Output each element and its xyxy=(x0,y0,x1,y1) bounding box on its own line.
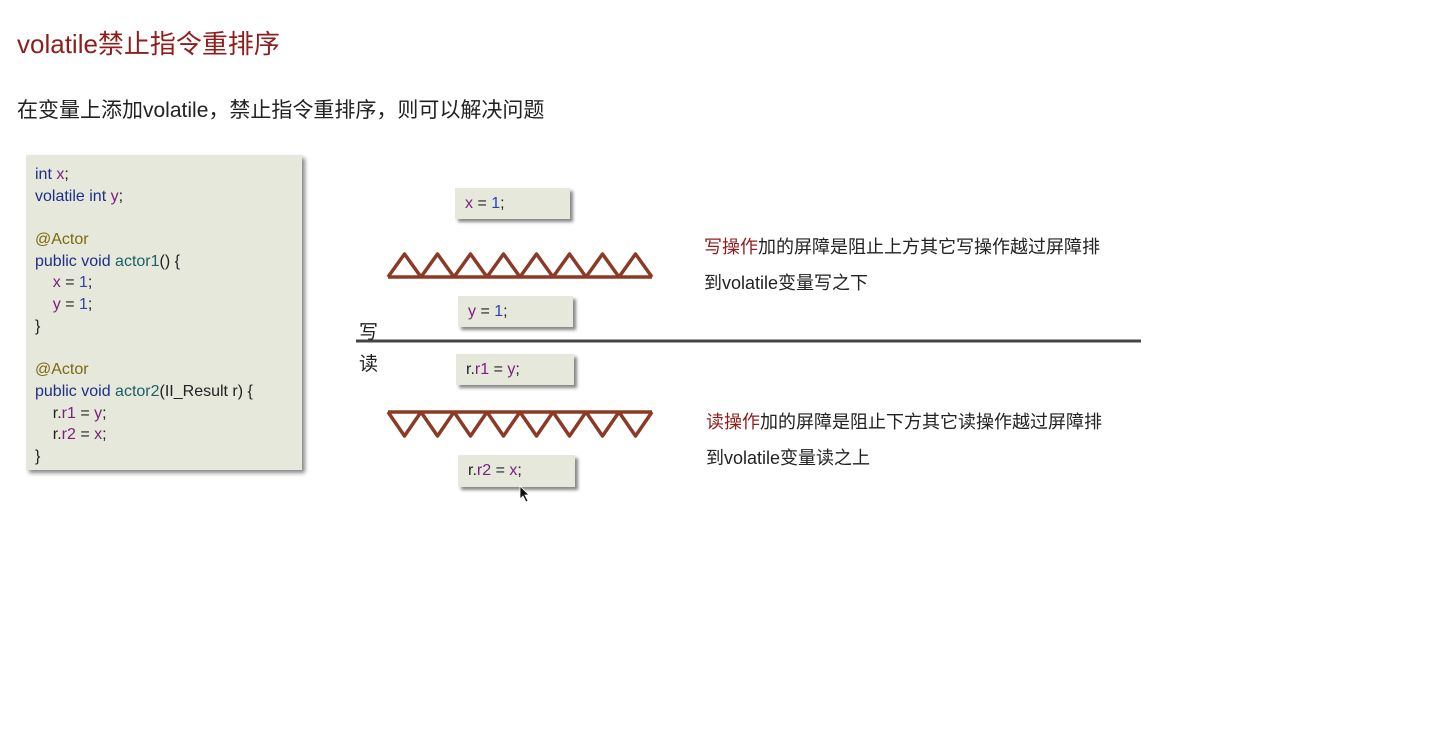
barrier-triangle xyxy=(386,252,423,279)
barrier-triangle xyxy=(386,411,423,438)
read-note: 读操作加的屏障是阻止下方其它读操作越过屏障排 到volatile变量读之上 xyxy=(706,412,1102,468)
barrier-diagram xyxy=(356,252,1141,503)
cursor-icon xyxy=(519,485,530,503)
barrier-triangle xyxy=(617,252,654,279)
write-label: 写 xyxy=(359,322,379,343)
barrier-triangle xyxy=(584,411,621,438)
barrier-triangle xyxy=(452,411,489,438)
barrier-triangle xyxy=(485,411,522,438)
barrier-triangle xyxy=(617,411,654,438)
barrier-triangle xyxy=(551,411,588,438)
barrier-triangle xyxy=(518,252,555,279)
barrier-triangle xyxy=(518,411,555,438)
barrier-triangle xyxy=(584,252,621,279)
barrier-triangle xyxy=(551,252,588,279)
load-barrier xyxy=(386,410,654,438)
write-note: 写操作加的屏障是阻止上方其它写操作越过屏障排 到volatile变量写之下 xyxy=(704,237,1100,293)
barrier-triangle xyxy=(419,411,456,438)
barrier-triangle xyxy=(419,252,456,279)
read-label: 读 xyxy=(359,354,379,375)
barrier-triangle xyxy=(452,252,489,279)
barrier-triangle xyxy=(485,252,522,279)
store-barrier xyxy=(386,252,654,279)
